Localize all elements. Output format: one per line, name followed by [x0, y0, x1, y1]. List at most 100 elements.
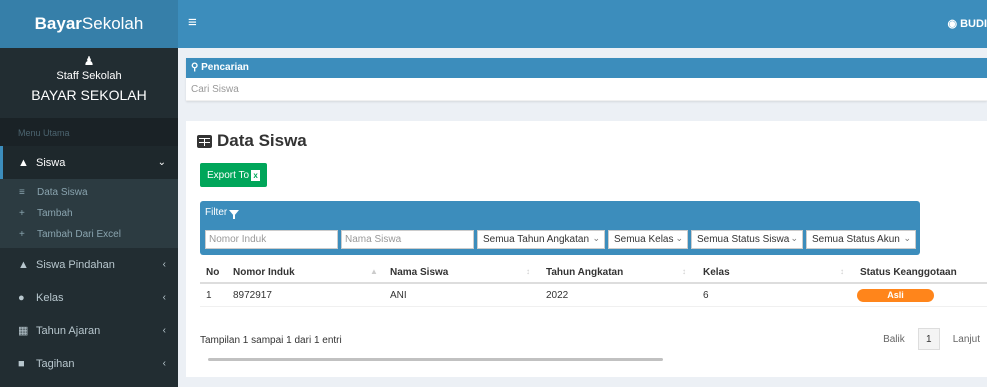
table-info: Tampilan 1 sampai 1 dari 1 entri: [200, 335, 342, 346]
graduation-cap-icon: ▲: [18, 258, 29, 271]
sidebar-item-label: Siswa Pindahan: [36, 258, 115, 271]
calendar-icon: ▦: [18, 325, 29, 337]
search-box: ⚲ Pencarian Cari Siswa: [186, 58, 987, 101]
submenu-item-label: Data Siswa: [37, 187, 88, 198]
sidebar-item-siswa-pindahan[interactable]: ▲ Siswa Pindahan ‹: [0, 248, 178, 281]
excel-file-icon: x: [251, 169, 261, 181]
list-icon: ≡: [19, 187, 25, 198]
content-area: ⚲ Pencarian Cari Siswa Data Siswa Export…: [178, 48, 987, 387]
brand-rest: Sekolah: [81, 14, 144, 33]
sidebar-item-label: Tagihan: [36, 357, 75, 370]
status-akun-select[interactable]: Semua Status Akun ⌄: [806, 230, 916, 249]
page-title-text: Data Siswa: [217, 131, 307, 150]
chevron-left-icon: ‹: [162, 358, 166, 369]
col-header-nomor-induk[interactable]: Nomor Induk: [233, 267, 295, 278]
filter-label-text: Filter: [205, 207, 228, 218]
menu-header: Menu Utama: [0, 118, 178, 146]
cell-no: 1: [206, 290, 212, 301]
chevron-down-icon: ⌄: [675, 233, 683, 243]
horizontal-scrollbar[interactable]: [208, 358, 663, 361]
user-org: BAYAR SEKOLAH: [31, 87, 147, 103]
search-header: ⚲ Pencarian: [186, 58, 987, 78]
select-value: Semua Kelas: [614, 234, 674, 245]
filter-icon: [229, 209, 240, 219]
select-value: Semua Status Akun: [812, 234, 900, 245]
siswa-submenu: ≡ Data Siswa + Tambah + Tambah Dari Exce…: [0, 179, 178, 248]
data-siswa-panel: Data Siswa Export To x Filter Nomor Indu…: [186, 121, 987, 377]
user-circle-icon: ◉: [947, 18, 958, 30]
user-panel: ♟ Staff Sekolah BAYAR SEKOLAH: [0, 48, 178, 118]
chevron-down-icon: ⌄: [790, 233, 798, 243]
submenu-item-tambah[interactable]: + Tambah: [0, 203, 178, 224]
nama-siswa-input[interactable]: Nama Siswa: [341, 230, 474, 249]
search-title: Pencarian: [201, 62, 249, 73]
sidebar-item-siswa[interactable]: ▲ Siswa ⌄: [0, 146, 178, 179]
kelas-select[interactable]: Semua Kelas ⌄: [608, 230, 688, 249]
sort-icon[interactable]: ↕: [840, 267, 844, 276]
chevron-left-icon: ‹: [162, 292, 166, 303]
page-title: Data Siswa: [197, 131, 307, 151]
table-header-row: No Nomor Induk ▲ Nama Siswa ↕ Tahun Angk…: [200, 261, 987, 284]
cell-nama-siswa: ANI: [390, 290, 407, 301]
sort-asc-icon[interactable]: ▲: [370, 267, 378, 276]
status-badge: Asli: [857, 289, 934, 302]
nomor-induk-input[interactable]: Nomor Induk: [205, 230, 338, 249]
select-value: Semua Tahun Angkatan: [483, 234, 590, 245]
col-header-no[interactable]: No: [206, 267, 219, 278]
sort-icon[interactable]: ↕: [682, 267, 686, 276]
sort-icon[interactable]: ↕: [526, 267, 530, 276]
submenu-item-tambah-excel[interactable]: + Tambah Dari Excel: [0, 224, 178, 245]
user-role: Staff Sekolah: [56, 70, 122, 82]
sidebar-item-tagihan[interactable]: ■ Tagihan ‹: [0, 347, 178, 380]
col-header-kelas[interactable]: Kelas: [703, 267, 730, 278]
graduation-cap-icon: ▲: [18, 156, 29, 169]
invoice-icon: ■: [18, 357, 25, 370]
sidebar-item-label: Kelas: [36, 291, 64, 304]
cell-kelas: 6: [703, 290, 709, 301]
submenu-item-data-siswa[interactable]: ≡ Data Siswa: [0, 182, 178, 203]
col-header-nama-siswa[interactable]: Nama Siswa: [390, 267, 448, 278]
sidebar-item-tahun-ajaran[interactable]: ▦ Tahun Ajaran ‹: [0, 314, 178, 347]
pagination-next[interactable]: Lanjut: [946, 328, 987, 350]
hamburger-menu-icon[interactable]: ≡: [188, 14, 197, 31]
plus-icon: +: [19, 229, 25, 240]
sidebar-item-label: Siswa: [36, 156, 66, 169]
search-icon: ⚲: [191, 62, 199, 73]
chevron-left-icon: ‹: [162, 259, 166, 270]
filter-label: Filter: [205, 207, 240, 219]
cell-nomor-induk: 8972917: [233, 290, 272, 301]
chevron-down-icon: ⌄: [592, 233, 600, 243]
sidebar-item-kelas[interactable]: ● Kelas ‹: [0, 281, 178, 314]
table-row[interactable]: 1 8972917 ANI 2022 6 Asli: [200, 284, 987, 307]
submenu-item-label: Tambah Dari Excel: [37, 229, 121, 240]
pagination: Balik 1 Lanjut: [876, 328, 987, 350]
pagination-prev[interactable]: Balik: [876, 328, 912, 350]
status-siswa-select[interactable]: Semua Status Siswa ⌄: [691, 230, 803, 249]
user-name: BUDI: [960, 18, 987, 30]
brand-bold: Bayar: [34, 14, 82, 33]
filter-panel: Filter Nomor Induk Nama Siswa Semua Tahu…: [200, 201, 920, 255]
user-icon: ♟: [83, 54, 95, 68]
chevron-down-icon: ⌄: [157, 157, 166, 168]
table-icon: [197, 134, 212, 148]
pagination-page[interactable]: 1: [917, 328, 940, 350]
users-icon: ●: [18, 291, 25, 304]
chevron-left-icon: ‹: [162, 325, 166, 336]
col-header-status[interactable]: Status Keanggotaan: [860, 267, 957, 278]
select-value: Semua Status Siswa: [697, 234, 790, 245]
plus-icon: +: [19, 208, 25, 219]
sidebar: Bayar Sekolah ♟ Staff Sekolah BAYAR SEKOL…: [0, 0, 178, 387]
cell-tahun-angkatan: 2022: [546, 290, 569, 301]
siswa-table: No Nomor Induk ▲ Nama Siswa ↕ Tahun Angk…: [200, 261, 987, 307]
tahun-angkatan-select[interactable]: Semua Tahun Angkatan ⌄: [477, 230, 605, 249]
submenu-item-label: Tambah: [37, 208, 73, 219]
top-navbar: ≡ ◉ BUDI: [178, 0, 987, 48]
col-header-tahun-angkatan[interactable]: Tahun Angkatan: [546, 267, 623, 278]
export-excel-button[interactable]: Export To x: [200, 163, 268, 187]
export-label: Export To: [207, 169, 250, 181]
chevron-down-icon: ⌄: [903, 233, 911, 243]
sidebar-item-label: Tahun Ajaran: [36, 324, 101, 337]
user-menu[interactable]: ◉ BUDI: [947, 17, 987, 30]
brand-logo[interactable]: Bayar Sekolah: [0, 0, 178, 48]
search-input[interactable]: Cari Siswa: [186, 78, 987, 101]
